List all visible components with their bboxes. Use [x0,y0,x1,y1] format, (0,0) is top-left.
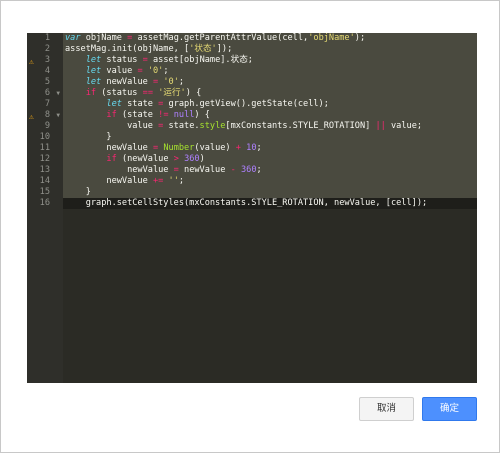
line-number-text: 3 [44,55,50,65]
code-line[interactable]: } [63,187,477,198]
code-line[interactable]: } [63,132,477,143]
line-number-text: 4 [44,66,50,76]
code-line[interactable]: newValue = Number(value) + 10; [63,143,477,154]
line-number-text: 10 [39,132,50,142]
line-number: 16 [27,198,63,209]
code-line[interactable]: var objName = assetMag.getParentAttrValu… [63,33,477,44]
code-line[interactable]: let value = '0'; [63,66,477,77]
line-number: 2 [27,44,63,55]
line-number-text: 6 [44,88,50,98]
line-number-text: 11 [39,143,50,153]
code-line[interactable]: value = state.style[mxConstants.STYLE_RO… [63,121,477,132]
line-number-text: 13 [39,165,50,175]
code-lines[interactable]: var objName = assetMag.getParentAttrValu… [63,33,477,209]
code-line[interactable]: if (newValue > 360) [63,154,477,165]
line-number-text: 2 [44,44,50,54]
line-number-text: 1 [44,33,50,43]
code-line[interactable]: if (state != null) { [63,110,477,121]
line-number: 8 ⚠ ▼ [27,110,63,121]
line-number-text: 7 [44,99,50,109]
line-number-text: 9 [44,121,50,131]
code-editor[interactable]: 1 2 3 ⚠ 4 5 6 ▼ 7 8 ⚠ ▼ 9 10 11 12 13 14 15 16 var objName … [27,33,477,383]
ok-button[interactable]: 确定 [422,397,477,421]
line-number-text: 16 [39,198,50,208]
line-number: 12 [27,154,63,165]
code-line[interactable]: let newValue = '0'; [63,77,477,88]
code-line[interactable]: let state = graph.getView().getState(cel… [63,99,477,110]
line-number: 15 [27,187,63,198]
line-number: 13 [27,165,63,176]
line-number: 3 ⚠ [27,55,63,66]
cancel-button[interactable]: 取消 [359,397,414,421]
code-line[interactable]: newValue = newValue - 360; [63,165,477,176]
line-number: 5 [27,77,63,88]
code-editor-dialog: 1 2 3 ⚠ 4 5 6 ▼ 7 8 ⚠ ▼ 9 10 11 12 13 14 15 16 var objName … [0,0,500,453]
code-line[interactable]: assetMag.init(objName, ['状态']); [63,44,477,55]
line-number: 1 [27,33,63,44]
line-number: 4 [27,66,63,77]
line-number-text: 15 [39,187,50,197]
line-number: 7 [27,99,63,110]
line-number-text: 14 [39,176,50,186]
line-number: 14 [27,176,63,187]
line-number-text: 8 [44,110,50,120]
code-line[interactable]: graph.setCellStyles(mxConstants.STYLE_RO… [63,198,477,209]
code-line[interactable]: if (status == '运行') { [63,88,477,99]
line-number: 11 [27,143,63,154]
line-number: 9 [27,121,63,132]
fold-arrow-icon[interactable]: ▼ [56,110,60,121]
code-line[interactable]: let status = asset[objName].状态; [63,55,477,66]
line-number-text: 12 [39,154,50,164]
line-number: 10 [27,132,63,143]
code-line[interactable]: newValue += ''; [63,176,477,187]
line-number-text: 5 [44,77,50,87]
line-number: 6 ▼ [27,88,63,99]
gutter-lines: 1 2 3 ⚠ 4 5 6 ▼ 7 8 ⚠ ▼ 9 10 11 12 13 14 15 16 [27,33,63,209]
fold-arrow-icon[interactable]: ▼ [56,88,60,99]
